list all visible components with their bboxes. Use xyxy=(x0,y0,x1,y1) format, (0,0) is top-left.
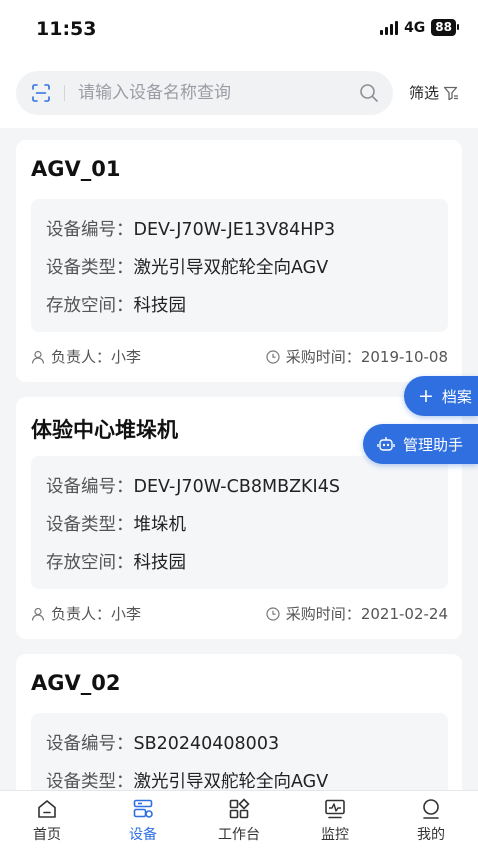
owner-label: 负责人： xyxy=(51,605,112,623)
device-type-value: 激光引导双舵轮全向AGV xyxy=(133,258,329,278)
info-device-no: 设备编号：DEV-J70W-JE13V84HP3 xyxy=(46,216,335,241)
device-no-value: DEV-J70W-CB8MBZKI4S xyxy=(133,477,340,497)
tab-label: 我的 xyxy=(417,827,445,843)
status-time: 11:53 xyxy=(36,18,97,40)
info-storage-space: 存放空间：科技园 xyxy=(46,549,186,574)
info-device-type: 设备类型：堆垛机 xyxy=(46,511,186,536)
search-input[interactable] xyxy=(78,79,338,107)
search-icon[interactable] xyxy=(359,83,379,103)
device-no-value: DEV-J70W-JE13V84HP3 xyxy=(133,220,336,240)
device-type-label: 设备类型： xyxy=(46,515,134,535)
clock-icon xyxy=(266,349,280,364)
device-footer: 负责人：小李 采购时间：2021-02-24 xyxy=(31,603,448,623)
battery-icon: 88 xyxy=(431,19,459,36)
device-type-value: 堆垛机 xyxy=(133,515,187,535)
tab-monitor[interactable]: 监控 xyxy=(295,797,375,844)
person-icon xyxy=(31,350,45,364)
filter-label: 筛选 xyxy=(409,84,440,102)
device-name: AGV_02 xyxy=(31,671,121,695)
device-name: AGV_01 xyxy=(31,157,121,181)
tab-label: 首页 xyxy=(33,827,61,843)
device-type-label: 设备类型： xyxy=(46,772,134,792)
archive-button[interactable]: + 档案 xyxy=(404,376,478,416)
purchase-info: 采购时间：2021-02-24 xyxy=(266,603,448,624)
purchase-time-value: 2021-02-24 xyxy=(360,605,448,623)
tab-label: 工作台 xyxy=(218,827,260,843)
info-device-no: 设备编号：DEV-J70W-CB8MBZKI4S xyxy=(46,473,340,498)
device-info: 设备编号：DEV-J70W-CB8MBZKI4S 设备类型：堆垛机 存放空间：科… xyxy=(31,456,448,589)
bottom-tab-bar: 首页 设备 工作台 监控 我的 xyxy=(0,790,478,851)
device-type-label: 设备类型： xyxy=(46,258,134,278)
storage-space-label: 存放空间： xyxy=(46,296,134,316)
info-storage-space: 存放空间：科技园 xyxy=(46,292,186,317)
purchase-info: 采购时间：2019-10-08 xyxy=(266,346,448,367)
profile-icon xyxy=(423,799,439,819)
monitor-icon xyxy=(325,799,345,819)
status-bar: 11:53 4G 88 xyxy=(0,0,478,60)
archive-label: 档案 xyxy=(441,387,472,406)
tab-label: 监控 xyxy=(321,827,349,843)
info-device-no: 设备编号：SB20240408003 xyxy=(46,730,279,755)
purchase-time-label: 采购时间： xyxy=(285,605,361,623)
device-name: 体验中心堆垛机 xyxy=(31,418,178,442)
robot-icon xyxy=(377,437,395,451)
device-info: 设备编号：DEV-J70W-JE13V84HP3 设备类型：激光引导双舵轮全向A… xyxy=(31,199,448,332)
tab-workbench[interactable]: 工作台 xyxy=(199,797,279,844)
storage-space-value: 科技园 xyxy=(133,296,187,316)
owner-value: 小李 xyxy=(111,605,142,623)
purchase-time-value: 2019-10-08 xyxy=(360,348,448,366)
home-icon xyxy=(38,800,56,818)
search-box[interactable] xyxy=(16,71,393,115)
device-no-label: 设备编号： xyxy=(46,477,134,497)
tab-profile[interactable]: 我的 xyxy=(391,797,471,844)
status-indicators: 4G 88 xyxy=(380,19,459,36)
info-device-type: 设备类型：激光引导双舵轮全向AGV xyxy=(46,254,328,279)
person-icon xyxy=(31,607,45,621)
storage-space-value: 科技园 xyxy=(133,553,187,573)
device-footer: 负责人：小李 采购时间：2019-10-08 xyxy=(31,346,448,366)
signal-icon xyxy=(380,20,399,35)
device-no-value: SB20240408003 xyxy=(133,734,280,754)
assistant-label: 管理助手 xyxy=(403,435,464,454)
network-type: 4G xyxy=(404,19,426,36)
device-type-value: 激光引导双舵轮全向AGV xyxy=(133,772,329,792)
search-header: 筛选 xyxy=(0,60,478,128)
device-card[interactable]: AGV_01 设备编号：DEV-J70W-JE13V84HP3 设备类型：激光引… xyxy=(16,140,462,382)
owner-info: 负责人：小李 xyxy=(31,603,141,624)
search-divider xyxy=(64,85,65,101)
device-icon xyxy=(133,799,153,818)
scan-icon[interactable] xyxy=(32,84,50,102)
tab-label: 设备 xyxy=(129,827,157,843)
tab-device[interactable]: 设备 xyxy=(103,797,183,844)
tab-home[interactable]: 首页 xyxy=(7,797,87,844)
filter-icon xyxy=(443,86,459,100)
workbench-icon xyxy=(229,798,250,819)
clock-icon xyxy=(266,606,280,621)
device-no-label: 设备编号： xyxy=(46,220,134,240)
owner-value: 小李 xyxy=(111,348,142,366)
owner-label: 负责人： xyxy=(51,348,112,366)
storage-space-label: 存放空间： xyxy=(46,553,134,573)
assistant-button[interactable]: 管理助手 xyxy=(363,424,478,464)
owner-info: 负责人：小李 xyxy=(31,346,141,367)
plus-icon: + xyxy=(418,384,434,407)
device-no-label: 设备编号： xyxy=(46,734,134,754)
filter-button[interactable]: 筛选 xyxy=(409,82,459,103)
purchase-time-label: 采购时间： xyxy=(285,348,361,366)
